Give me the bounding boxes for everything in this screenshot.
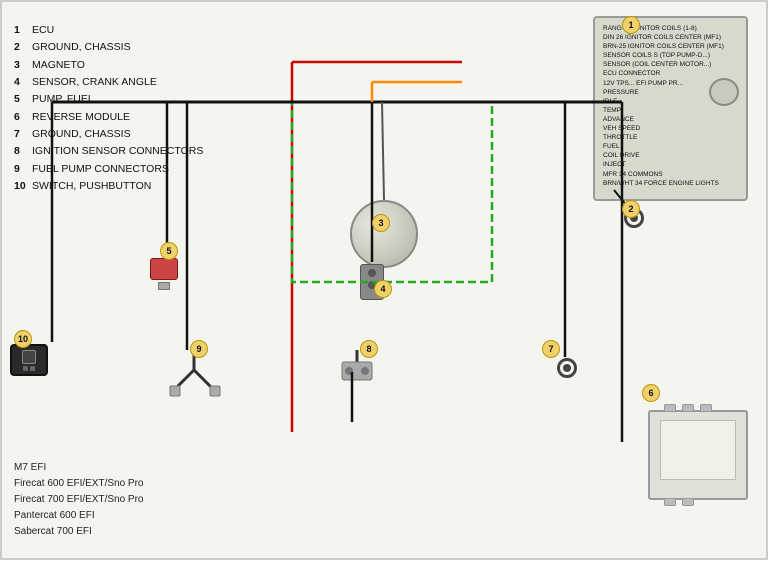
badge-4: 4: [374, 280, 392, 298]
badge-3: 3: [372, 214, 390, 232]
bottom-text-line: Sabercat 700 EFI: [14, 524, 144, 540]
bottom-text: M7 EFIFirecat 600 EFI/EXT/Sno ProFirecat…: [14, 460, 144, 540]
badge-2: 2: [622, 200, 640, 218]
bottom-text-line: M7 EFI: [14, 460, 144, 476]
badge-6: 6: [642, 384, 660, 402]
badge-9: 9: [190, 340, 208, 358]
diagram-container: 1ECU2GROUND, CHASSIS3MAGNETO4SENSOR, CRA…: [0, 0, 768, 560]
badge-7: 7: [542, 340, 560, 358]
badge-10: 10: [14, 330, 32, 348]
badge-1: 1: [622, 16, 640, 34]
bottom-text-line: Firecat 700 EFI/EXT/Sno Pro: [14, 492, 144, 508]
badge-8: 8: [360, 340, 378, 358]
bottom-text-line: Pantercat 600 EFI: [14, 508, 144, 524]
bottom-text-line: Firecat 600 EFI/EXT/Sno Pro: [14, 476, 144, 492]
badge-5: 5: [160, 242, 178, 260]
